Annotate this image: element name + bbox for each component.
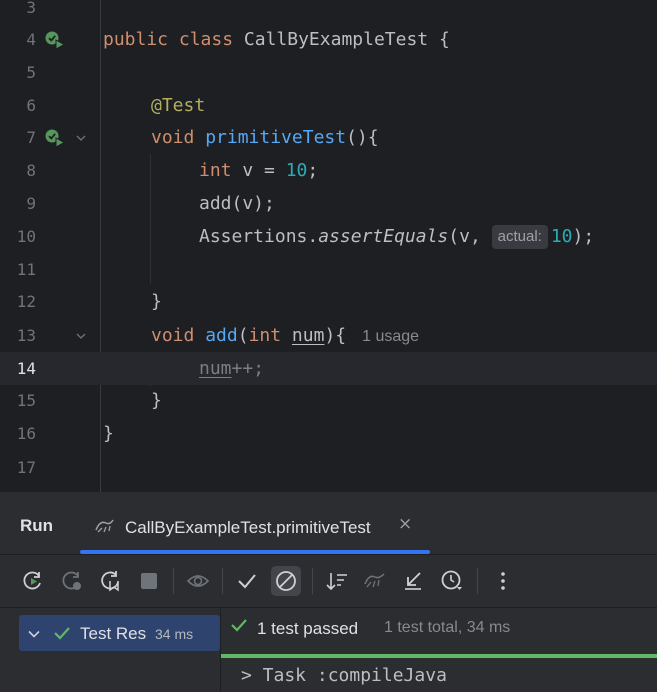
toolbar-separator [222, 568, 223, 594]
code-text: Assertions.assertEquals(v, actual: 10); [199, 225, 595, 249]
line-number: 11 [16, 260, 36, 279]
line-number: 10 [16, 227, 36, 246]
code-text: } [151, 390, 162, 411]
line-number: 17 [16, 458, 36, 477]
code-line: 17 [0, 451, 657, 484]
code-text: add(v); [199, 193, 275, 214]
code-line: 8 int v = 10; [0, 154, 657, 187]
test-results-tree: Test Res 34 ms [0, 608, 220, 692]
run-panel-title: Run [20, 516, 54, 535]
toolbar-separator [173, 568, 174, 594]
code-line: 4 public class CallByExampleTest { [0, 23, 657, 56]
tree-item-test-results[interactable]: Test Res 34 ms [19, 615, 220, 651]
close-tab-icon[interactable]: × [398, 514, 412, 534]
line-number: 6 [26, 96, 36, 115]
line-number: 5 [26, 63, 36, 82]
tab-run-configuration[interactable]: CallByExampleTest.primitiveTest × [80, 504, 430, 554]
rerun-failed-icon[interactable] [57, 566, 87, 596]
show-ignored-tests-icon[interactable] [271, 566, 301, 596]
line-number: 13 [16, 326, 36, 345]
run-tool-window: Run CallByExampleTest.primitiveTest × Te… [0, 492, 657, 692]
line-number: 14 [16, 359, 36, 378]
fold-chevron-icon[interactable] [74, 328, 88, 342]
code-text: void primitiveTest(){ [151, 127, 379, 148]
code-text: public class CallByExampleTest { [103, 29, 450, 50]
code-text: int v = 10; [199, 160, 319, 181]
show-passed-icon[interactable] [232, 566, 262, 596]
more-icon[interactable] [488, 566, 518, 596]
run-test-method-icon[interactable] [44, 128, 66, 148]
tab-label: CallByExampleTest.primitiveTest [125, 518, 371, 537]
code-line: 15 } [0, 384, 657, 417]
code-line: 11 [0, 253, 657, 286]
line-number: 4 [26, 30, 36, 49]
tree-item-label: Test Res [80, 624, 147, 643]
test-status-text: 1 test passed [257, 619, 359, 638]
line-number: 16 [16, 424, 36, 443]
passed-check-icon [53, 625, 71, 645]
line-number: 15 [16, 391, 36, 410]
code-text: } [103, 423, 114, 444]
test-config-icon [94, 516, 116, 540]
usage-hint[interactable]: 1 usage [362, 328, 419, 345]
collapse-icon[interactable] [398, 566, 428, 596]
code-line-current: 14 num++; [0, 352, 657, 385]
code-line: 13 void add(int num){1 usage [0, 319, 657, 352]
chevron-down-icon[interactable] [27, 626, 41, 645]
line-number: 3 [26, 0, 36, 17]
code-line: 3 [0, 0, 657, 24]
line-number: 12 [16, 292, 36, 311]
run-test-class-icon[interactable] [44, 30, 66, 50]
code-text: void add(int num){1 usage [151, 325, 420, 346]
test-progress-bar [221, 654, 657, 658]
import-tests-icon[interactable] [360, 566, 390, 596]
code-editor[interactable]: 3 4 public class CallByExampleTest { 5 6… [0, 0, 657, 492]
line-number: 9 [26, 194, 36, 213]
tree-item-duration: 34 ms [155, 626, 194, 642]
run-toolbar [0, 555, 657, 608]
toggle-auto-test-icon[interactable] [96, 566, 126, 596]
line-number: 8 [26, 161, 36, 180]
run-tab-bar: Run CallByExampleTest.primitiveTest × [0, 492, 657, 555]
code-text: @Test [151, 95, 206, 116]
stop-icon[interactable] [134, 566, 164, 596]
code-line: 9 add(v); [0, 187, 657, 220]
console-output[interactable]: 1 test passed 1 test total, 34 ms > Task… [221, 608, 657, 692]
test-status-summary: 1 test total, 34 ms [384, 619, 511, 636]
rerun-icon[interactable] [18, 566, 48, 596]
code-line: 16 } [0, 417, 657, 450]
history-icon[interactable] [437, 566, 467, 596]
fold-chevron-icon[interactable] [74, 130, 88, 144]
toolbar-separator [312, 568, 313, 594]
code-text: num++; [199, 358, 265, 379]
code-line: 10 Assertions.assertEquals(v, actual: 10)… [0, 220, 657, 253]
code-line: 6 @Test [0, 89, 657, 122]
console-line: > Task :compileJava [241, 665, 447, 686]
code-line: 7 void primitiveTest(){ [0, 121, 657, 154]
code-line: 5 [0, 56, 657, 89]
code-text: } [151, 291, 162, 312]
tab-active-indicator [80, 550, 430, 554]
parameter-hint: actual: [491, 225, 548, 249]
passed-check-icon [230, 617, 248, 637]
line-number: 7 [26, 128, 36, 147]
sort-icon[interactable] [322, 566, 352, 596]
code-line: 12 } [0, 285, 657, 318]
show-ignored-icon[interactable] [183, 566, 213, 596]
toolbar-separator [477, 568, 478, 594]
